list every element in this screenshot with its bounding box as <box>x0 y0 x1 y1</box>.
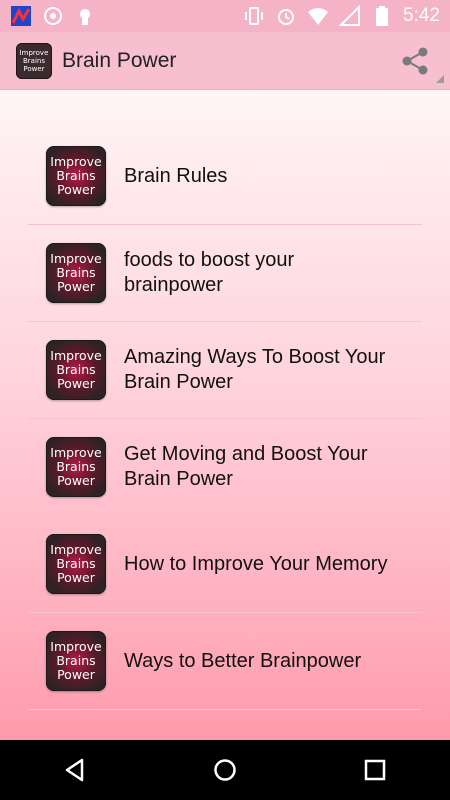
list-item[interactable]: Improve Brains Power Ways to Better Brainp… <box>28 613 422 710</box>
recents-icon <box>364 759 386 781</box>
list-item-label: Ways to Better Brainpower <box>124 649 362 672</box>
brain-power-icon: Improve Brains Power <box>46 631 106 691</box>
share-icon <box>402 47 428 75</box>
back-icon <box>65 758 84 782</box>
status-time: 5:42 <box>403 5 440 26</box>
share-button[interactable] <box>398 44 432 78</box>
app-logo: Improve Brains Power <box>16 42 52 79</box>
battery-icon <box>371 5 393 27</box>
brain-power-icon: Improve Brains Power <box>46 146 106 206</box>
list-item-label: Amazing Ways To Boost Your Brain Power <box>124 346 386 393</box>
overflow-corner-icon <box>436 75 444 83</box>
brain-power-icon: Improve Brains Power <box>46 243 106 303</box>
list-item[interactable]: Improve Brains Power Get Moving and Boost … <box>28 419 422 516</box>
content-area: Improve Brains Power Brain Rules Improve Br… <box>0 90 450 740</box>
list-item[interactable]: Improve Brains Power Brain Rules <box>28 128 422 225</box>
status-left <box>0 5 96 27</box>
topic-list: Improve Brains Power Brain Rules Improve Br… <box>28 128 422 710</box>
assistant-icon <box>42 5 64 27</box>
brain-power-icon: Improve Brains Power <box>46 437 106 497</box>
brain-power-icon: Improve Brains Power <box>46 340 106 400</box>
list-item[interactable]: Improve Brains Power Amazing Ways To Boost… <box>28 322 422 419</box>
back-button[interactable] <box>45 740 105 800</box>
app-bar: Improve Brains Power Brain Power <box>0 32 450 90</box>
vibrate-icon <box>243 5 265 27</box>
list-item-label: Brain Rules <box>124 164 228 187</box>
list-item[interactable]: Improve Brains Power How to Improve Your M… <box>28 516 422 613</box>
status-bar: 5:42 <box>0 0 450 32</box>
wifi-icon <box>307 5 329 27</box>
status-right: 5:42 <box>243 5 450 27</box>
logo-text-1: Improve <box>20 49 49 57</box>
list-item[interactable]: Improve Brains Power foods to boost your b… <box>28 225 422 322</box>
app-notification-icon <box>10 5 32 27</box>
recents-button[interactable] <box>345 740 405 800</box>
list-item-label: How to Improve Your Memory <box>124 552 388 575</box>
logo-text-2: Brains <box>23 57 45 65</box>
home-button[interactable] <box>195 740 255 800</box>
system-nav-bar <box>0 740 450 800</box>
android-debug-icon <box>74 5 96 27</box>
list-item-label: Get Moving and Boost Your Brain Power <box>124 443 368 490</box>
home-icon <box>214 759 236 781</box>
brain-power-icon: Improve Brains Power <box>46 534 106 594</box>
logo-text-3: Power <box>23 65 44 73</box>
alarm-icon <box>275 5 297 27</box>
list-item-label: foods to boost your brainpower <box>124 249 295 296</box>
app-title: Brain Power <box>62 48 177 72</box>
signal-icon <box>339 5 361 27</box>
